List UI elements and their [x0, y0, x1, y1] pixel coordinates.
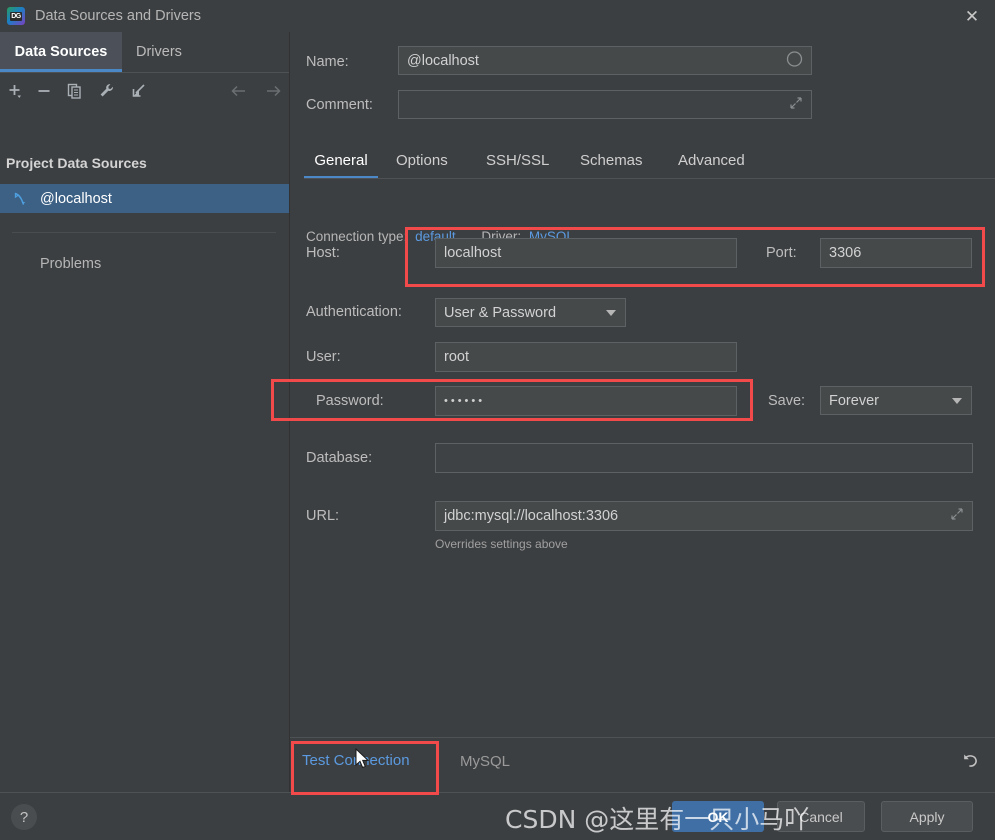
footer-driver-name: MySQL — [460, 753, 511, 770]
revert-undo-icon[interactable] — [959, 750, 981, 777]
url-hint: Overrides settings above — [435, 537, 568, 551]
connection-type-label: Connection type: — [306, 229, 408, 244]
host-label: Host: — [306, 245, 340, 261]
window-title: Data Sources and Drivers — [35, 8, 202, 24]
url-input[interactable]: jdbc:mysql://localhost:3306 — [435, 501, 973, 531]
ok-button[interactable]: OK — [672, 801, 764, 832]
tab-advanced-label: Advanced — [678, 152, 745, 169]
window-titlebar: DG Data Sources and Drivers ✕ — [0, 0, 995, 32]
password-label: Password: — [316, 393, 384, 409]
datagrip-logo-text: DG — [10, 11, 22, 21]
user-input-value: root — [444, 349, 469, 365]
tab-data-sources[interactable]: Data Sources — [0, 32, 122, 72]
user-input[interactable]: root — [435, 342, 737, 372]
sidebar-item-localhost[interactable]: @localhost — [0, 184, 290, 213]
remove-icon[interactable] — [33, 80, 55, 102]
connection-form-panel: Name: @localhost Comment: General Option… — [290, 32, 995, 792]
save-select[interactable]: Forever — [820, 386, 972, 415]
save-select-value: Forever — [829, 392, 879, 409]
add-icon[interactable] — [4, 80, 26, 102]
name-input[interactable]: @localhost — [398, 46, 812, 75]
name-label: Name: — [306, 54, 349, 70]
host-input[interactable]: localhost — [435, 238, 737, 268]
comment-label: Comment: — [306, 97, 373, 113]
sidebar-divider — [12, 232, 276, 233]
form-tabs: General Options SSH/SSL Schemas Advanced — [290, 142, 995, 179]
tab-general[interactable]: General — [304, 142, 378, 179]
user-label: User: — [306, 349, 341, 365]
database-label: Database: — [306, 450, 373, 466]
chevron-down-icon — [606, 309, 616, 316]
expand-arrow-icon[interactable] — [789, 96, 803, 114]
authentication-select-value: User & Password — [444, 304, 557, 321]
project-data-sources-heading: Project Data Sources — [6, 155, 147, 171]
forward-arrow-icon[interactable] — [262, 80, 284, 102]
import-icon[interactable] — [128, 80, 150, 102]
dialog-button-bar: ? OK Cancel Apply — [0, 793, 995, 840]
tab-data-sources-label: Data Sources — [14, 44, 108, 60]
properties-wrench-icon[interactable] — [96, 80, 118, 102]
tab-advanced[interactable]: Advanced — [678, 142, 745, 179]
port-input-value: 3306 — [829, 245, 862, 261]
comment-input[interactable] — [398, 90, 812, 119]
sidebar-item-localhost-label: @localhost — [40, 190, 112, 207]
port-label: Port: — [766, 245, 797, 261]
port-input[interactable]: 3306 — [820, 238, 972, 268]
test-connection-button[interactable]: Test Connection — [302, 752, 410, 769]
help-icon[interactable]: ? — [11, 804, 37, 830]
sidebar-tabs: Data Sources Drivers — [0, 32, 290, 72]
cancel-button[interactable]: Cancel — [777, 801, 865, 832]
authentication-label: Authentication: — [306, 304, 402, 320]
save-label: Save: — [768, 393, 806, 409]
password-input[interactable]: •••••• — [435, 386, 737, 416]
tab-general-label: General — [314, 152, 368, 169]
name-input-value: @localhost — [407, 52, 479, 69]
url-label: URL: — [306, 508, 340, 524]
chevron-down-icon — [952, 397, 962, 404]
datagrip-icon: DG — [7, 7, 25, 25]
password-input-value: •••••• — [444, 395, 486, 407]
back-arrow-icon[interactable] — [228, 80, 250, 102]
expand-arrow-icon[interactable] — [950, 507, 964, 525]
tab-options[interactable]: Options — [396, 142, 448, 179]
host-input-value: localhost — [444, 245, 502, 261]
close-icon[interactable]: ✕ — [949, 0, 995, 32]
footer-bar: Test Connection MySQL — [290, 738, 995, 792]
tab-schemas[interactable]: Schemas — [580, 142, 643, 179]
database-input[interactable] — [435, 443, 973, 473]
form-tabs-underline — [304, 178, 995, 179]
data-sources-and-drivers-dialog: DG Data Sources and Drivers ✕ Data Sourc… — [0, 0, 995, 840]
tab-ssh-ssl[interactable]: SSH/SSL — [486, 142, 549, 179]
tab-ssh-ssl-label: SSH/SSL — [486, 152, 550, 169]
authentication-select[interactable]: User & Password — [435, 298, 626, 327]
sidebar-panel: Data Sources Drivers Project Data Source… — [0, 32, 290, 792]
tab-drivers-label: Drivers — [136, 44, 182, 60]
tab-schemas-label: Schemas — [580, 152, 643, 169]
duplicate-icon[interactable] — [64, 80, 86, 102]
sidebar-toolbar — [0, 73, 290, 108]
mysql-dolphin-icon — [10, 190, 32, 207]
apply-button[interactable]: Apply — [881, 801, 973, 832]
sidebar-item-problems[interactable]: Problems — [40, 256, 101, 272]
tab-drivers[interactable]: Drivers — [136, 32, 182, 72]
url-input-value: jdbc:mysql://localhost:3306 — [444, 508, 619, 524]
tab-options-label: Options — [396, 152, 448, 169]
circle-toggle-icon[interactable] — [786, 50, 803, 71]
